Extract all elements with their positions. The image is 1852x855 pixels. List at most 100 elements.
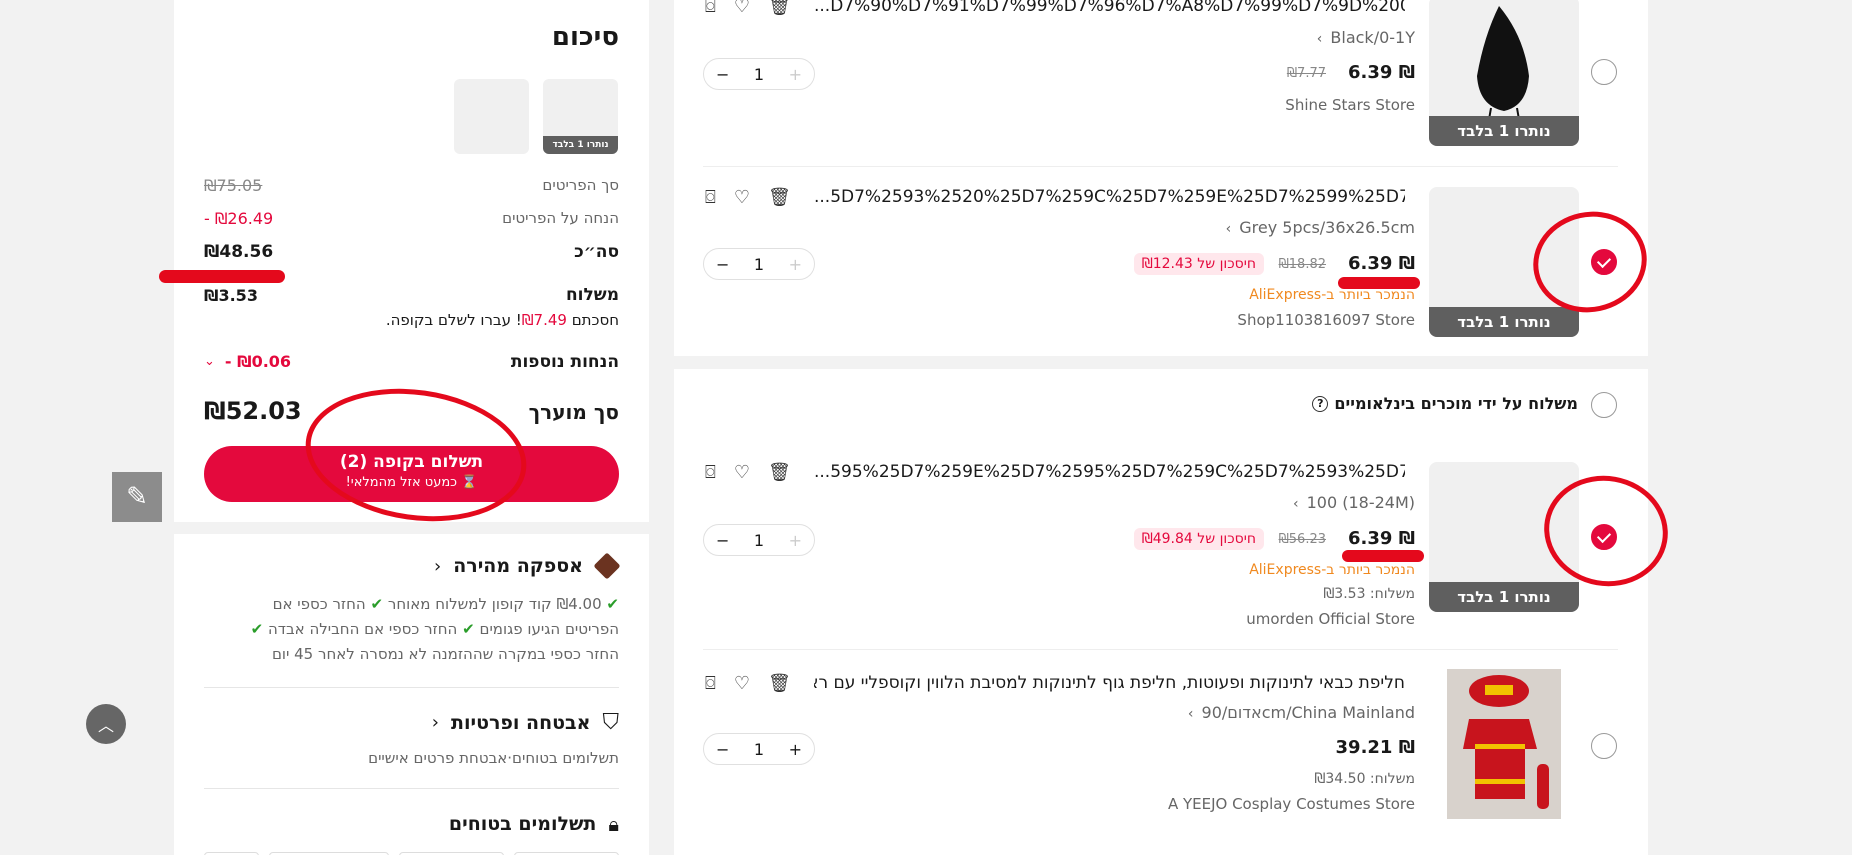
chevron-left-icon: ‹: [1316, 31, 1323, 47]
item-old-price: ₪18.82: [1278, 257, 1326, 272]
shield-check-icon: ⛉: [602, 710, 619, 735]
divider: [703, 166, 1618, 167]
summary-title: סיכום: [551, 22, 619, 52]
camera-scan-icon[interactable]: ⌼: [705, 187, 716, 208]
plus-button[interactable]: +: [789, 740, 802, 759]
heart-icon[interactable]: ♡: [734, 462, 750, 483]
item-shipping: משלוח: ₪34.50: [1314, 771, 1415, 787]
chevron-left-icon: ‹: [434, 555, 442, 577]
saving-badge: חיסכון של ₪12.43: [1133, 253, 1264, 275]
minus-button[interactable]: −: [716, 65, 729, 84]
extra-discount-label: הנחות נוספות: [510, 352, 619, 372]
shipping-value: ₪3.53: [204, 286, 258, 305]
quantity-value[interactable]: 1: [754, 531, 764, 550]
trash-icon[interactable]: 🗑︎: [768, 462, 791, 483]
item-variant[interactable]: ‹ Black/0-1Y: [1317, 28, 1415, 47]
quantity-value[interactable]: 1: [754, 255, 764, 274]
heart-icon[interactable]: ♡: [734, 187, 750, 208]
item-store[interactable]: Shop1103816097 Store: [1237, 311, 1415, 329]
items-discount-label: הנחה על הפריטים: [502, 209, 619, 227]
minus-button[interactable]: −: [716, 531, 729, 550]
quantity-stepper: − 1 +: [703, 58, 815, 90]
item-store[interactable]: Shine Stars Store: [1285, 96, 1415, 114]
trash-icon[interactable]: 🗑︎: [768, 0, 791, 17]
package-icon: [593, 552, 621, 580]
plus-button[interactable]: +: [789, 531, 802, 550]
item-price: 6.39 ₪: [1348, 528, 1415, 549]
shipping-saving-note: חסכתם ₪7.49! עברו לשלם בקופה.: [386, 311, 619, 329]
edit-button[interactable]: ✎: [112, 472, 162, 522]
camera-scan-icon[interactable]: ⌼: [705, 462, 716, 483]
trash-icon[interactable]: 🗑︎: [768, 187, 791, 208]
pencil-icon: ✎: [126, 482, 148, 512]
trash-icon[interactable]: 🗑︎: [768, 673, 791, 694]
security-header[interactable]: ⛉ אבטחה ופרטיות ‹: [432, 710, 619, 735]
annotation-underline-price-2: [1338, 277, 1420, 289]
subtotal-label: סה״כ: [574, 242, 619, 262]
payment-method-chips: [204, 848, 619, 855]
item-select-radio[interactable]: [1591, 59, 1617, 85]
item-old-price: ₪56.23: [1278, 532, 1326, 547]
summary-thumb-2[interactable]: [454, 79, 529, 154]
fast-delivery-line-2: הפריטים הגיעו פגומים ✔ החזר כספי אם החבי…: [250, 620, 619, 638]
secure-payments-header: 🔒︎ תשלומים בטוחים: [449, 812, 619, 836]
fast-delivery-title: אספקה מהירה: [453, 555, 583, 577]
item-thumbnail[interactable]: [1429, 669, 1579, 819]
camera-scan-icon[interactable]: ⌼: [705, 673, 716, 694]
heart-icon[interactable]: ♡: [734, 0, 750, 17]
extra-discount-toggle[interactable]: ⌄ - ₪0.06: [204, 352, 291, 371]
fast-delivery-line-1: ✔ ₪4.00 קוד קופון למשלוח מאוחר ✔ החזר כס…: [272, 595, 619, 613]
quantity-value[interactable]: 1: [754, 740, 764, 759]
item-old-price: ₪7.77: [1286, 66, 1326, 81]
item-actions: ⌼ ♡ 🗑︎: [705, 673, 791, 694]
shipping-note-amount: ₪7.49: [521, 311, 567, 329]
chevron-left-icon: ‹: [431, 712, 439, 733]
stock-bar: נותרו 1 בלבד: [1429, 582, 1579, 612]
divider: [204, 788, 619, 789]
cart-store-group-2: משלוח על ידי מוכרים בינלאומיים ? נותרו 1…: [674, 369, 1648, 855]
minus-button[interactable]: −: [716, 740, 729, 759]
summary-thumb-1[interactable]: נותרו 1 בלבד: [543, 79, 618, 154]
fast-delivery-header[interactable]: אספקה מהירה ‹: [434, 552, 621, 580]
item-title[interactable]: ...595%25D7%259E%25D7%2595%25D7%259C%25D…: [814, 462, 1405, 482]
camera-scan-icon[interactable]: ⌼: [705, 0, 716, 17]
chevron-left-icon: ‹: [1187, 706, 1194, 722]
heart-icon[interactable]: ♡: [734, 673, 750, 694]
info-panel: אספקה מהירה ‹ ✔ ₪4.00 קוד קופון למשלוח מ…: [174, 534, 649, 855]
item-variant[interactable]: ‹ אדום/90cm/China Mainland: [1188, 703, 1415, 722]
quantity-stepper: − 1 +: [703, 524, 815, 556]
chevron-down-icon: ⌄: [204, 354, 215, 369]
item-variant[interactable]: ‹ Grey 5pcs/36x26.5cm: [1226, 218, 1415, 237]
fast-delivery-line-3: החזר כספי במקרה שההזמנה לא נמסרה לאחר 45…: [271, 645, 619, 663]
item-thumbnail[interactable]: נותרו 1 בלבד: [1429, 0, 1579, 146]
plus-button[interactable]: +: [789, 65, 802, 84]
security-title: אבטחה ופרטיות: [450, 711, 591, 734]
item-select-radio[interactable]: [1591, 733, 1617, 759]
minus-button[interactable]: −: [716, 255, 729, 274]
quantity-value[interactable]: 1: [754, 65, 764, 84]
plus-button[interactable]: +: [789, 255, 802, 274]
item-store[interactable]: umorden Official Store: [1246, 610, 1415, 628]
chevron-left-icon: ‹: [1292, 496, 1299, 512]
annotation-underline-subtotal: [159, 270, 285, 283]
group-select-radio[interactable]: [1591, 392, 1617, 418]
item-variant[interactable]: ‹ 100 (18-24M): [1293, 493, 1415, 512]
divider: [204, 687, 619, 688]
scroll-top-button[interactable]: ︿: [86, 704, 126, 744]
item-actions: ⌼ ♡ 🗑︎: [705, 462, 791, 483]
divider: [703, 649, 1618, 650]
help-icon[interactable]: ?: [1312, 395, 1329, 412]
items-discount-value: - ₪26.49: [204, 209, 274, 228]
stock-bar: נותרו 1 בלבד: [1429, 116, 1579, 146]
secure-payments-title: תשלומים בטוחים: [448, 813, 597, 835]
items-total-label: סך הפריטים: [542, 176, 619, 194]
item-shipping: משלוח: ₪3.53: [1323, 586, 1415, 602]
quantity-stepper: − 1 +: [703, 248, 815, 280]
item-store[interactable]: A YEEJO Cosplay Costumes Store: [1168, 795, 1415, 813]
item-title[interactable]: ...5D7%2593%2520%25D7%259C%25D7%259E%25D…: [814, 187, 1405, 207]
item-title[interactable]: ...D7%90%D7%91%D7%99%D7%96%D7%A8%D7%99%D…: [814, 0, 1405, 16]
item-price: 6.39 ₪: [1348, 62, 1415, 83]
best-seller-label: הנמכר ביותר ב-AliExpress: [1249, 562, 1415, 578]
item-title[interactable]: חליפת כבאי לתינוקות ופעוטות, חליפת גוף ל…: [814, 673, 1405, 693]
security-desc: תשלומים בטוחים·אבטחת פרטים אישיים: [368, 749, 619, 767]
